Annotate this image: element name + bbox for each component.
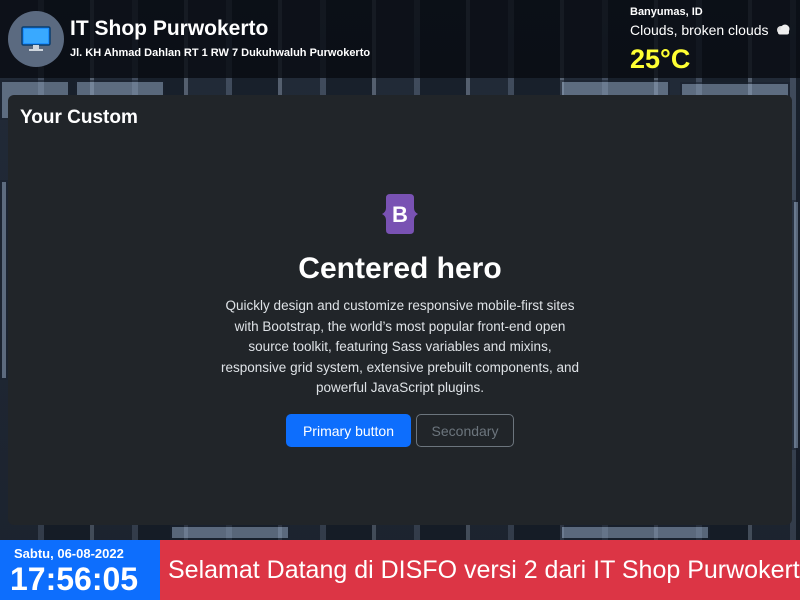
weather-widget: Banyumas, ID Clouds, broken clouds 25°C — [630, 6, 795, 75]
clock-box: Sabtu, 06-08-2022 17:56:05 — [0, 540, 160, 600]
primary-button[interactable]: Primary button — [286, 414, 411, 447]
cloud-icon — [775, 22, 791, 38]
shop-name: IT Shop Purwokerto — [70, 17, 269, 40]
weather-description-row: Clouds, broken clouds — [630, 22, 795, 38]
bootstrap-logo-letter: B — [392, 202, 408, 227]
weather-temperature: 25°C — [630, 44, 691, 74]
top-bar: IT Shop Purwokerto Jl. KH Ahmad Dahlan R… — [0, 0, 800, 78]
ticker-message: Selamat Datang di DISFO versi 2 dari IT … — [168, 556, 800, 584]
weather-location: Banyumas, ID — [630, 6, 703, 18]
secondary-button[interactable]: Secondary — [416, 414, 514, 447]
current-time: 17:56:05 — [10, 561, 139, 597]
bootstrap-logo-icon: B — [374, 194, 426, 234]
monitor-icon — [8, 11, 64, 67]
running-text-ticker: Selamat Datang di DISFO versi 2 dari IT … — [160, 540, 800, 600]
weather-description: Clouds, broken clouds — [630, 22, 769, 38]
hero-lead: Quickly design and customize responsive … — [221, 298, 579, 395]
current-date: Sabtu, 06-08-2022 — [14, 546, 124, 561]
shop-address: Jl. KH Ahmad Dahlan RT 1 RW 7 Dukuhwaluh… — [70, 47, 371, 59]
hero-title: Centered hero — [298, 252, 502, 285]
content-card: Your Custom B Centered hero Quickly desi… — [8, 95, 792, 525]
card-header: Your Custom — [20, 107, 138, 128]
